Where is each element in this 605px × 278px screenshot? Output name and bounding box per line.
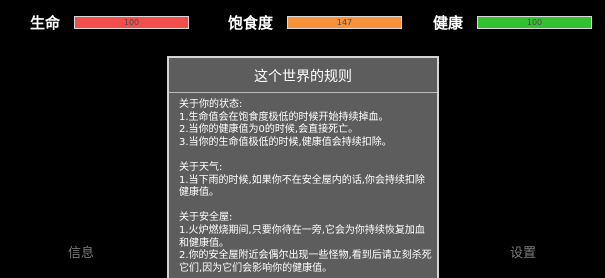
rules-section-weather: 关于天气: 1.当下雨的时候,如果你不在安全屋内的话,你会持续扣除 健康值。 (179, 162, 429, 200)
rules-dialog: 这个世界的规则 关于你的状态: 1.生命值会在饱食度极低的时候开始持续掉血。 2… (167, 56, 439, 278)
rule-line: 它们,因为它们会影响你的健康值。 (179, 262, 333, 274)
info-button[interactable]: 信息 (68, 242, 94, 261)
dialog-divider (169, 92, 437, 93)
rule-line: 3.当你的生命值极低的时候,健康值会持续扣除。 (179, 136, 392, 148)
wellbeing-value: 100 (526, 17, 543, 27)
section-heading: 关于你的状态: (179, 99, 243, 110)
wellbeing-bar: 100 (477, 15, 593, 29)
rules-section-status: 关于你的状态: 1.生命值会在饱食度极低的时候开始持续掉血。 2.当你的健康值为… (179, 99, 429, 149)
rule-line: 1.生命值会在饱食度极低的时候开始持续掉血。 (179, 111, 389, 123)
hunger-label: 饱食度 (228, 13, 274, 32)
dialog-title: 这个世界的规则 (254, 69, 352, 85)
health-stat: 生命 100 (30, 11, 190, 33)
rule-line: 1.当下雨的时候,如果你不在安全屋内的话,你会持续扣除 (179, 174, 425, 186)
health-value: 100 (123, 17, 140, 27)
wellbeing-label: 健康 (433, 13, 464, 32)
rule-line: 健康值。 (179, 187, 219, 199)
hunger-stat: 饱食度 147 (228, 11, 403, 33)
health-label: 生命 (30, 13, 61, 32)
rule-line: 和健康值。 (179, 237, 229, 249)
hunger-value: 147 (336, 17, 353, 27)
rule-line: 2.当你的健康值为0的时候,会直接死亡。 (179, 124, 359, 136)
section-heading: 关于天气: (179, 161, 223, 173)
health-bar: 100 (74, 15, 190, 29)
wellbeing-stat: 健康 100 (433, 11, 593, 33)
rule-line: 1.火炉燃烧期间,只要你待在一旁,它会为你持续恢复加血 (179, 224, 425, 236)
section-heading: 关于安全屋: (179, 212, 233, 224)
rules-text: 关于你的状态: 1.生命值会在饱食度极低的时候开始持续掉血。 2.当你的健康值为… (179, 99, 432, 275)
rules-section-safehouse: 关于安全屋: 1.火炉燃烧期间,只要你待在一旁,它会为你持续恢复加血 和健康值。… (179, 212, 432, 275)
hunger-bar: 147 (287, 15, 403, 29)
settings-button[interactable]: 设置 (510, 242, 536, 261)
rule-line: 2.你的安全屋附近会偶尔出现一些怪物,看到后请立刻杀死 (179, 250, 432, 262)
